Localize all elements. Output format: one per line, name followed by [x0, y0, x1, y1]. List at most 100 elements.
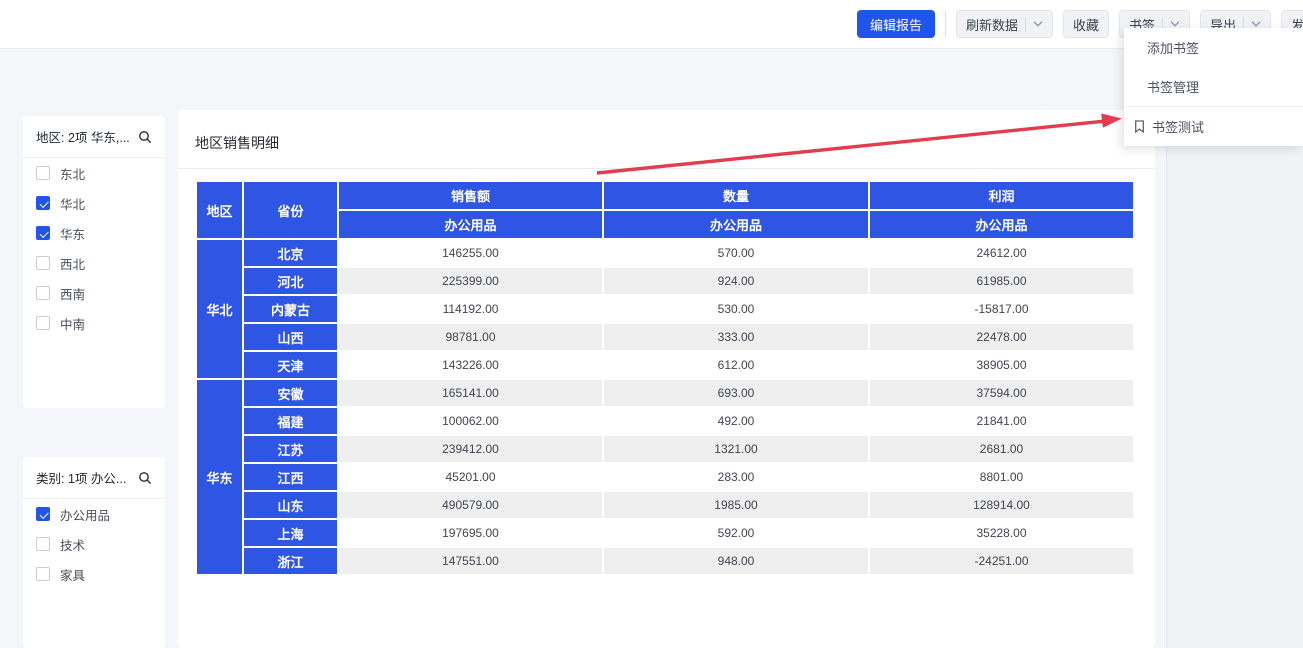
value-cell: 333.00	[603, 323, 869, 351]
chevron-down-icon[interactable]	[1251, 21, 1261, 27]
value-cell: 22478.00	[869, 323, 1134, 351]
value-cell: 61985.00	[869, 267, 1134, 295]
value-cell: 492.00	[603, 407, 869, 435]
table-row: 华北北京146255.00570.0024612.00	[196, 239, 1134, 267]
checkbox[interactable]	[36, 316, 50, 330]
region-cell-1: 华东	[196, 379, 243, 575]
value-cell: 924.00	[603, 267, 869, 295]
menu-item-2[interactable]: 书签测试	[1124, 107, 1303, 146]
filter-card-1: 类别: 1项 办公... 办公用品技术家具	[23, 457, 165, 648]
checkbox[interactable]	[36, 537, 50, 551]
split-separator	[1025, 17, 1026, 32]
sub-header-0: 办公用品	[338, 210, 603, 239]
value-cell: 114192.00	[338, 295, 603, 323]
filter-option-label: 中南	[60, 314, 85, 333]
menu-item-label: 添加书签	[1147, 38, 1199, 57]
table-row: 天津143226.00612.0038905.00	[196, 351, 1134, 379]
col-header-metric-0: 销售额	[338, 181, 603, 210]
toolbar-button-0[interactable]: 刷新数据	[956, 10, 1053, 38]
province-cell: 江西	[243, 463, 338, 491]
table-row: 浙江147551.00948.00-24251.00	[196, 547, 1134, 575]
menu-item-1[interactable]: 书签管理	[1124, 67, 1303, 106]
province-cell: 上海	[243, 519, 338, 547]
checkbox[interactable]	[36, 196, 50, 210]
col-header-province: 省份	[243, 181, 338, 239]
filter-option-label: 办公用品	[60, 505, 110, 524]
filter-option-label: 西北	[60, 254, 85, 273]
value-cell: 98781.00	[338, 323, 603, 351]
report-card: 地区销售明细 地区省份销售额数量利润办公用品办公用品办公用品 华北北京14625…	[178, 110, 1155, 648]
filter-option-1-2[interactable]: 家具	[23, 559, 165, 589]
value-cell: 197695.00	[338, 519, 603, 547]
filter-option-1-1[interactable]: 技术	[23, 529, 165, 559]
filter-option-1-0[interactable]: 办公用品	[23, 499, 165, 529]
top-toolbar-bar: 编辑报告 刷新数据收藏书签导出发布	[0, 0, 1303, 49]
filter-option-0-0[interactable]: 东北	[23, 158, 165, 188]
checkbox[interactable]	[36, 256, 50, 270]
province-cell: 北京	[243, 239, 338, 267]
menu-item-0[interactable]: 添加书签	[1124, 28, 1303, 67]
chevron-down-icon[interactable]	[1170, 21, 1180, 27]
sales-table: 地区省份销售额数量利润办公用品办公用品办公用品 华北北京146255.00570…	[195, 180, 1135, 576]
filter-option-0-3[interactable]: 西北	[23, 248, 165, 278]
filter-option-label: 华东	[60, 224, 85, 243]
province-cell: 安徽	[243, 379, 338, 407]
filter-option-label: 东北	[60, 164, 85, 183]
table-row: 上海197695.00592.0035228.00	[196, 519, 1134, 547]
filter-option-label: 家具	[60, 565, 85, 584]
value-cell: 100062.00	[338, 407, 603, 435]
chevron-down-icon[interactable]	[1033, 21, 1043, 27]
value-cell: 21841.00	[869, 407, 1134, 435]
sub-header-1: 办公用品	[603, 210, 869, 239]
title-divider	[178, 168, 1155, 169]
col-header-metric-1: 数量	[603, 181, 869, 210]
report-title: 地区销售明细	[195, 133, 279, 153]
col-header-metric-2: 利润	[869, 181, 1134, 210]
table-row: 江西45201.00283.008801.00	[196, 463, 1134, 491]
province-cell: 内蒙古	[243, 295, 338, 323]
filter-card-header: 地区: 2项 华东,...	[23, 116, 165, 158]
checkbox[interactable]	[36, 507, 50, 521]
filter-option-0-4[interactable]: 西南	[23, 278, 165, 308]
col-header-region: 地区	[196, 181, 243, 239]
table-row: 河北225399.00924.0061985.00	[196, 267, 1134, 295]
province-cell: 江苏	[243, 435, 338, 463]
filter-option-0-1[interactable]: 华北	[23, 188, 165, 218]
value-cell: 283.00	[603, 463, 869, 491]
menu-item-label: 书签测试	[1152, 117, 1204, 136]
value-cell: 128914.00	[869, 491, 1134, 519]
filter-option-0-5[interactable]: 中南	[23, 308, 165, 338]
value-cell: -15817.00	[869, 295, 1134, 323]
table-row: 山东490579.001985.00128914.00	[196, 491, 1134, 519]
checkbox[interactable]	[36, 226, 50, 240]
value-cell: 45201.00	[338, 463, 603, 491]
value-cell: 239412.00	[338, 435, 603, 463]
filter-option-0-2[interactable]: 华东	[23, 218, 165, 248]
province-cell: 浙江	[243, 547, 338, 575]
sub-header-2: 办公用品	[869, 210, 1134, 239]
edit-report-button[interactable]: 编辑报告	[857, 10, 935, 38]
value-cell: 225399.00	[338, 267, 603, 295]
toolbar-button-1[interactable]: 收藏	[1063, 10, 1109, 38]
value-cell: 530.00	[603, 295, 869, 323]
filter-title: 类别: 1项 办公...	[36, 468, 126, 487]
search-icon[interactable]	[138, 130, 152, 144]
value-cell: 24612.00	[869, 239, 1134, 267]
table-row: 江苏239412.001321.002681.00	[196, 435, 1134, 463]
value-cell: 570.00	[603, 239, 869, 267]
province-cell: 山东	[243, 491, 338, 519]
table-row: 山西98781.00333.0022478.00	[196, 323, 1134, 351]
value-cell: 948.00	[603, 547, 869, 575]
value-cell: 1321.00	[603, 435, 869, 463]
checkbox[interactable]	[36, 166, 50, 180]
value-cell: 37594.00	[869, 379, 1134, 407]
bookmark-dropdown-menu: 添加书签书签管理书签测试	[1124, 28, 1303, 146]
checkbox[interactable]	[36, 567, 50, 581]
checkbox[interactable]	[36, 286, 50, 300]
region-cell-0: 华北	[196, 239, 243, 379]
value-cell: 143226.00	[338, 351, 603, 379]
table-row: 华东安徽165141.00693.0037594.00	[196, 379, 1134, 407]
value-cell: 35228.00	[869, 519, 1134, 547]
search-icon[interactable]	[138, 471, 152, 485]
table-row: 内蒙古114192.00530.00-15817.00	[196, 295, 1134, 323]
